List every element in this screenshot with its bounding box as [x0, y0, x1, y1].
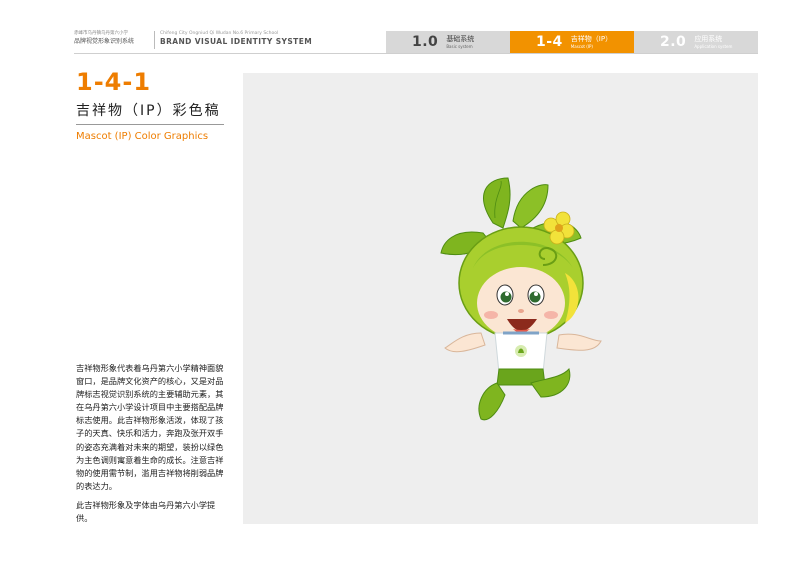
- description-note: 此吉祥物形象及字体由乌丹第六小学提供。: [76, 499, 216, 524]
- tab-label-en: Mascot (IP): [570, 44, 593, 49]
- tab-label-en: Application system: [694, 44, 733, 49]
- header-system-cn: 品牌视觉形象识别系统: [74, 38, 135, 45]
- tab-label-en: Basic system: [446, 44, 473, 49]
- section-rule: [76, 124, 224, 125]
- header-divider: [154, 31, 155, 49]
- section-subtitle: Mascot (IP) Color Graphics: [76, 131, 209, 142]
- tab-basic-system[interactable]: 1.0 基础系统 Basic system: [386, 31, 510, 53]
- leaf-sprite-mascot-icon: [440, 177, 602, 421]
- header-school-block: 赤峰市乌丹镇乌丹第六小学 品牌视觉形象识别系统: [74, 30, 156, 46]
- tab-label-cn: 吉祥物（IP）: [570, 35, 613, 43]
- description-paragraph: 吉祥物形象代表着乌丹第六小学精神面貌窗口，是品牌文化资产的核心，又是对品牌标志视…: [76, 363, 224, 491]
- tab-application-system[interactable]: 2.0 应用系统 Application system: [634, 31, 758, 53]
- header-school-name: 赤峰市乌丹镇乌丹第六小学: [74, 31, 128, 36]
- header-english-block: Chifeng City Ongniud Qi Wudan No.6 Prima…: [160, 30, 386, 47]
- header-system-en: BRAND VISUAL IDENTITY SYSTEM: [160, 37, 313, 46]
- section-number: 1-4-1: [76, 68, 152, 96]
- description-text: 吉祥物形象代表着乌丹第六小学精神面貌窗口，是品牌文化资产的核心，又是对品牌标志视…: [76, 362, 226, 531]
- header-school-name-en: Chifeng City Ongniud Qi Wudan No.6 Prima…: [160, 31, 279, 36]
- tab-mascot-ip[interactable]: 1-4 吉祥物（IP） Mascot (IP): [510, 31, 634, 53]
- tab-label-cn: 基础系统: [446, 35, 475, 43]
- mascot-panel: [243, 73, 758, 524]
- header-rule: [74, 53, 758, 54]
- section-title: 吉祥物（IP）彩色稿: [76, 103, 221, 119]
- brand-manual-page: 赤峰市乌丹镇乌丹第六小学 品牌视觉形象识别系统 Chifeng City Ong…: [0, 0, 800, 565]
- tab-number: 1-4: [536, 34, 563, 50]
- tab-label-cn: 应用系统: [694, 35, 723, 43]
- tab-number: 2.0: [660, 34, 687, 50]
- tab-number: 1.0: [412, 34, 439, 50]
